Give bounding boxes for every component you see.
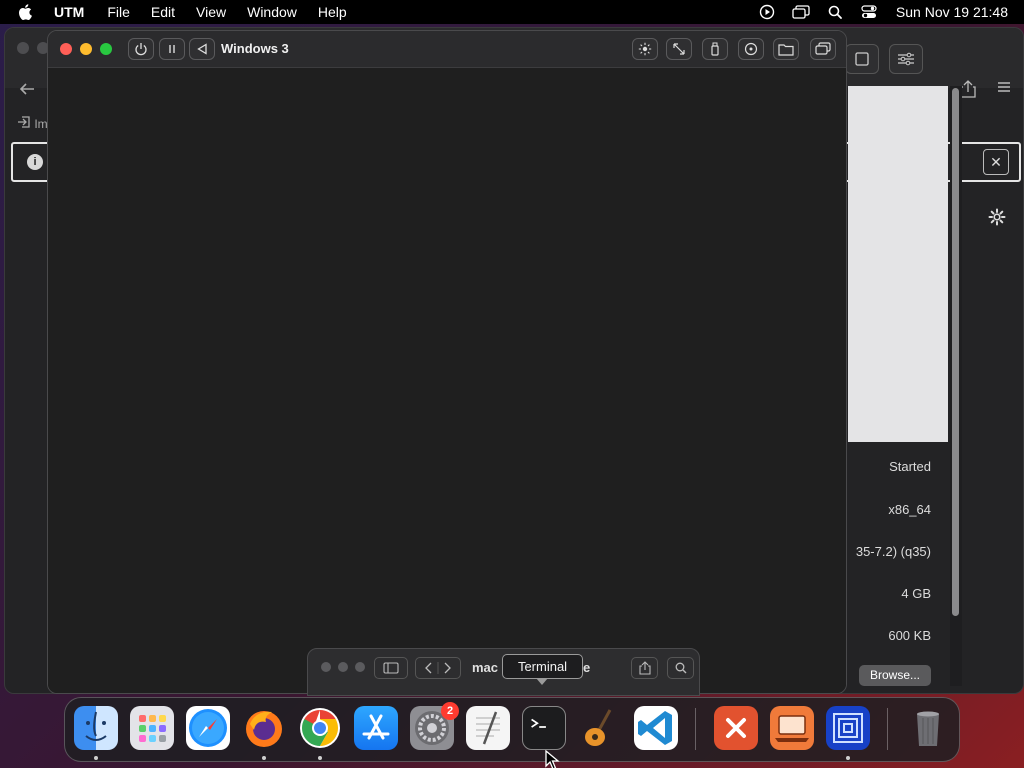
vm-window-title: Windows 3 bbox=[221, 41, 289, 56]
remote-desktop-icon[interactable] bbox=[714, 706, 758, 750]
import-label: Im bbox=[34, 117, 48, 131]
search-icon bbox=[675, 662, 686, 674]
zoom-window-button[interactable] bbox=[100, 43, 112, 55]
pause-button[interactable] bbox=[159, 38, 185, 60]
screen-sharing-icon[interactable] bbox=[826, 706, 870, 750]
finder-title-end: e bbox=[583, 660, 591, 675]
dock-separator bbox=[695, 708, 696, 750]
details-scrollbar-thumb[interactable] bbox=[952, 88, 959, 616]
usb-icon bbox=[711, 42, 719, 56]
chrome-icon[interactable] bbox=[298, 706, 342, 750]
power-icon bbox=[135, 43, 147, 56]
dock-tooltip-tail bbox=[536, 678, 548, 685]
usb-button[interactable] bbox=[702, 38, 728, 60]
windows-button[interactable] bbox=[810, 38, 836, 60]
finder-share-button[interactable] bbox=[631, 657, 658, 679]
launchpad-icon[interactable] bbox=[130, 706, 174, 750]
finder-search-button[interactable] bbox=[667, 657, 694, 679]
manager-right-tools bbox=[845, 44, 923, 74]
vm-preview-screen bbox=[848, 86, 948, 442]
app-store-icon[interactable] bbox=[354, 706, 398, 750]
finder-traffic-lights[interactable] bbox=[321, 662, 365, 672]
vm-display-area[interactable] bbox=[48, 68, 846, 693]
spotlight-search-icon[interactable] bbox=[826, 4, 844, 20]
display-brightness-icon bbox=[638, 42, 652, 56]
screen-record-icon[interactable] bbox=[758, 4, 776, 20]
close-window-button[interactable] bbox=[60, 43, 72, 55]
terminal-icon[interactable] bbox=[522, 706, 566, 750]
textedit-icon[interactable] bbox=[466, 706, 510, 750]
browse-button[interactable]: Browse... bbox=[859, 665, 931, 686]
control-center-icon[interactable] bbox=[860, 4, 878, 20]
resize-icon bbox=[673, 43, 685, 55]
manager-traffic-lights[interactable] bbox=[17, 42, 49, 54]
menu-app-utm[interactable]: UTM bbox=[54, 4, 84, 20]
screen-sharing-running-dot bbox=[846, 756, 850, 760]
windows-icon bbox=[815, 42, 831, 55]
firefox-running-dot bbox=[262, 756, 266, 760]
menu-view[interactable]: View bbox=[196, 4, 226, 20]
dock-tooltip: Terminal bbox=[502, 654, 583, 679]
garageband-icon[interactable] bbox=[578, 706, 622, 750]
system-settings-badge: 2 bbox=[441, 702, 459, 720]
menubar-clock[interactable]: Sun Nov 19 21:48 bbox=[896, 4, 1008, 20]
sidebar-toggle-button[interactable] bbox=[374, 657, 408, 679]
safari-icon[interactable] bbox=[186, 706, 230, 750]
firefox-icon[interactable] bbox=[242, 706, 286, 750]
restart-button[interactable] bbox=[189, 38, 215, 60]
apple-menu-icon[interactable] bbox=[18, 4, 40, 20]
drive-button[interactable] bbox=[738, 38, 764, 60]
share-icon[interactable] bbox=[960, 80, 976, 103]
back-forward-buttons[interactable] bbox=[415, 657, 461, 679]
utm-icon[interactable] bbox=[770, 706, 814, 750]
list-icon[interactable] bbox=[997, 80, 1011, 98]
mouse-cursor-icon bbox=[545, 749, 563, 768]
menu-file[interactable]: File bbox=[107, 4, 130, 20]
finder-title-start: mac bbox=[472, 660, 499, 675]
vscode-icon[interactable] bbox=[634, 706, 678, 750]
resize-button[interactable] bbox=[666, 38, 692, 60]
pause-icon bbox=[169, 45, 175, 53]
display-brightness-button[interactable] bbox=[632, 38, 658, 60]
chrome-running-dot bbox=[318, 756, 322, 760]
settings-sliders-button[interactable] bbox=[889, 44, 923, 74]
menu-bar: UTM File Edit View Window Help Sun Nov 1… bbox=[0, 0, 1024, 24]
vm-titlebar: Windows 3 bbox=[48, 31, 846, 68]
vm-traffic-lights bbox=[60, 43, 112, 55]
info-icon: i bbox=[27, 154, 43, 170]
minimize-window-button[interactable] bbox=[80, 43, 92, 55]
dock bbox=[64, 697, 960, 762]
finder-icon[interactable] bbox=[74, 706, 118, 750]
shared-folder-button[interactable] bbox=[773, 38, 799, 60]
dock-separator-trash bbox=[887, 708, 888, 750]
sidebar-icon bbox=[383, 662, 399, 674]
import-row[interactable]: Im bbox=[17, 116, 48, 131]
import-icon bbox=[17, 116, 34, 131]
gear-icon[interactable] bbox=[988, 208, 1006, 231]
back-arrow-icon[interactable] bbox=[19, 80, 35, 101]
close-banner-button[interactable]: ✕ bbox=[983, 149, 1009, 175]
finder-running-dot bbox=[94, 756, 98, 760]
drive-icon bbox=[744, 42, 758, 56]
power-button[interactable] bbox=[128, 38, 154, 60]
menu-window[interactable]: Window bbox=[247, 4, 297, 20]
stop-button[interactable] bbox=[845, 44, 879, 74]
restart-icon bbox=[197, 43, 207, 55]
screen-mirror-icon[interactable] bbox=[792, 4, 810, 20]
share-icon bbox=[638, 661, 651, 675]
trash-icon[interactable] bbox=[906, 706, 950, 750]
vm-window: Windows 3 bbox=[47, 30, 847, 694]
menu-help[interactable]: Help bbox=[318, 4, 347, 20]
shared-folder-icon bbox=[778, 44, 794, 56]
menu-edit[interactable]: Edit bbox=[151, 4, 175, 20]
